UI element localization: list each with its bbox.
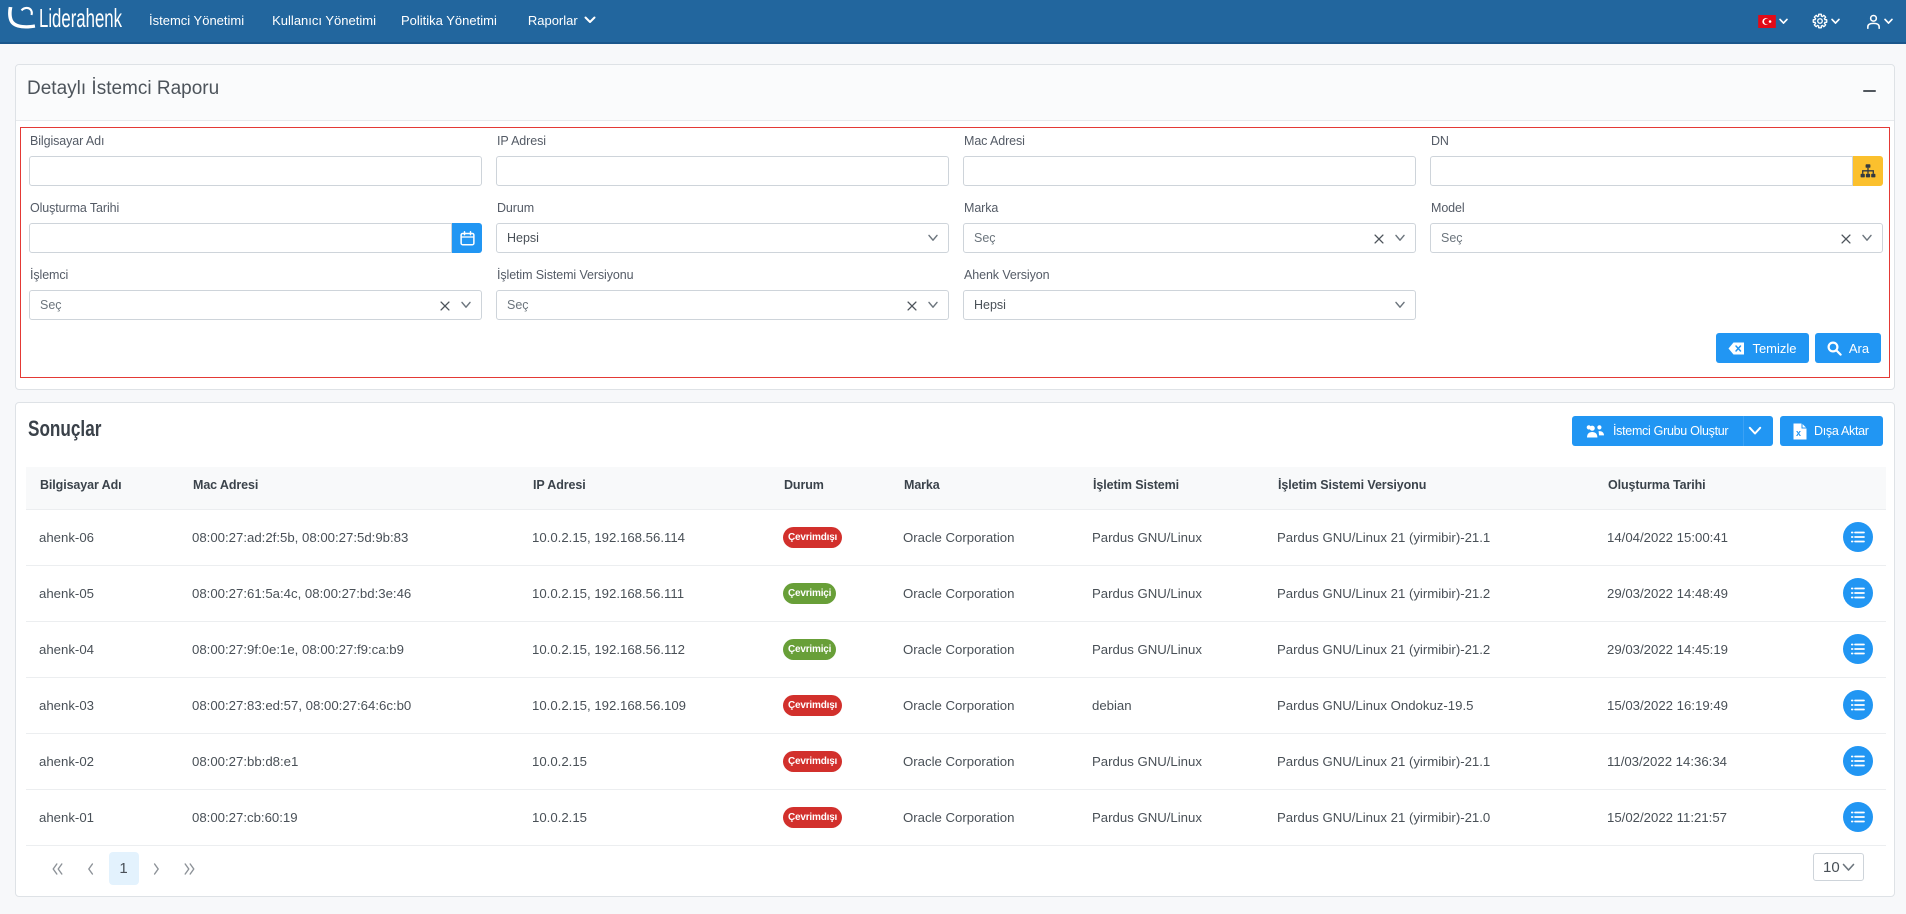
- svg-text:x: x: [1796, 428, 1801, 438]
